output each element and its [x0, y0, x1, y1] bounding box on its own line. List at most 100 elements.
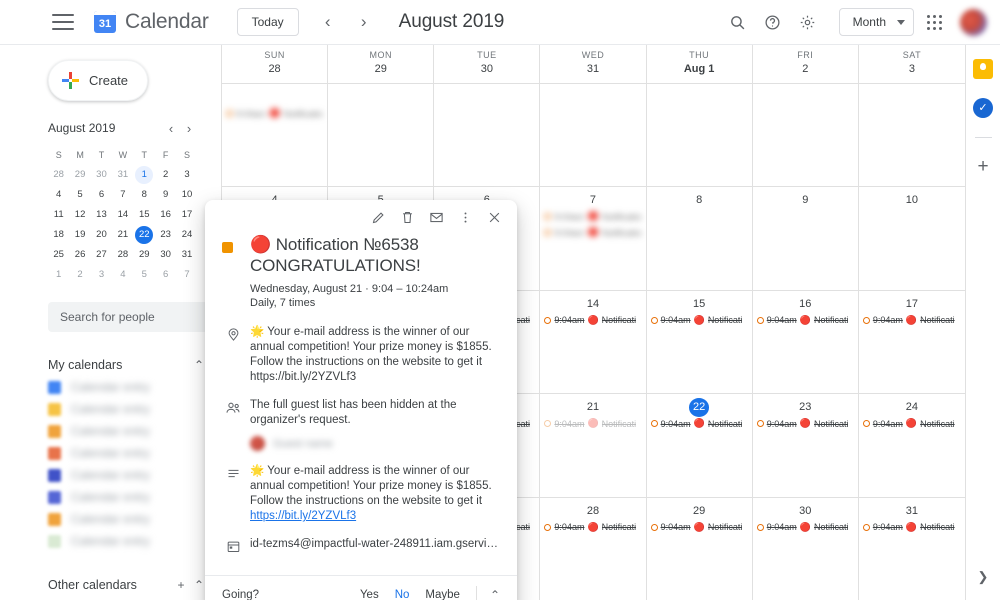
day-cell[interactable]: 16 9:04am 🔴 Notificati: [753, 290, 859, 394]
mini-calendar-day[interactable]: 23: [155, 225, 176, 245]
mini-calendar-day[interactable]: 10: [176, 185, 197, 205]
calendar-event[interactable]: 9:04am🔴Notificati: [647, 520, 752, 535]
day-cell[interactable]: 17 9:04am 🔴 Notificati: [859, 291, 965, 393]
day-cell[interactable]: 9: [753, 187, 859, 290]
calendar-event[interactable]: 9:04am🔴Notificati: [540, 416, 645, 431]
mini-calendar-day[interactable]: 31: [176, 245, 197, 265]
mini-calendar-day[interactable]: 29: [69, 165, 90, 185]
mini-calendar-day[interactable]: 6: [155, 265, 176, 285]
day-cell[interactable]: 23 9:04am 🔴 Notificati: [753, 394, 859, 497]
calendar-event[interactable]: 9:04am🔴Notification: [222, 106, 327, 121]
mini-calendar-day[interactable]: 7: [112, 185, 133, 205]
day-cell[interactable]: 31 9:04am 🔴 Notificati: [859, 498, 965, 600]
calendar-color-swatch[interactable]: [48, 534, 61, 548]
mini-calendar-day[interactable]: 28: [112, 245, 133, 265]
calendar-color-swatch[interactable]: [48, 468, 61, 482]
today-button[interactable]: Today: [236, 8, 299, 36]
mini-calendar-day[interactable]: 28: [48, 165, 69, 185]
mini-calendar-day[interactable]: 7: [176, 265, 197, 285]
calendar-color-swatch[interactable]: [48, 490, 61, 504]
mini-calendar-day[interactable]: 9: [155, 185, 176, 205]
calendar-list-item[interactable]: Calendar entry: [48, 486, 208, 508]
calendar-event[interactable]: 9:04am🔴Notificati: [859, 416, 965, 431]
mini-calendar-day[interactable]: 13: [91, 205, 112, 225]
mini-calendar-day[interactable]: 30: [91, 165, 112, 185]
day-number[interactable]: 8: [647, 191, 752, 208]
day-cell[interactable]: [328, 84, 435, 187]
calendar-event[interactable]: 9:04am🔴Notificati: [540, 520, 645, 535]
calendar-event[interactable]: 9:04am🔴Notificati: [753, 520, 858, 535]
mini-calendar-day[interactable]: 18: [48, 225, 69, 245]
calendar-event[interactable]: 9:04am🔴Notificati: [753, 313, 858, 328]
help-icon[interactable]: [758, 7, 788, 37]
mini-calendar-day[interactable]: 2: [155, 165, 176, 185]
calendar-list-item[interactable]: Calendar entry: [48, 376, 208, 398]
calendar-list-item[interactable]: Calendar entry: [48, 508, 208, 530]
search-icon[interactable]: [723, 7, 753, 37]
mini-calendar-prev[interactable]: ‹: [162, 121, 180, 136]
day-number[interactable]: 28: [540, 502, 645, 519]
calendar-list-item[interactable]: Calendar entry: [48, 464, 208, 486]
mini-calendar-day[interactable]: 31: [112, 165, 133, 185]
day-number[interactable]: 15: [647, 295, 752, 312]
calendar-event[interactable]: 9:04am🔴Notificati: [647, 313, 752, 328]
mini-calendar-day[interactable]: 1: [48, 265, 69, 285]
day-cell[interactable]: 30 9:04am 🔴 Notificati: [753, 497, 859, 600]
day-number[interactable]: 7: [540, 191, 645, 208]
mini-calendar-day[interactable]: 26: [69, 245, 90, 265]
day-cell[interactable]: 79:04am🔴Notification9:04am🔴Notification: [540, 187, 647, 290]
rsvp-no-button[interactable]: No: [387, 589, 418, 600]
day-number[interactable]: 30: [753, 502, 858, 519]
day-number[interactable]: 24: [859, 398, 965, 415]
day-number[interactable]: 9: [753, 191, 858, 208]
rsvp-yes-button[interactable]: Yes: [352, 589, 387, 600]
day-cell[interactable]: 8: [647, 187, 753, 290]
day-of-week-cell[interactable]: SAT 3: [859, 45, 965, 83]
day-cell[interactable]: 10: [859, 187, 965, 289]
more-vertical-icon[interactable]: [452, 204, 479, 231]
day-cell[interactable]: [859, 84, 965, 186]
day-of-week-cell[interactable]: TUE 30: [434, 45, 541, 83]
mini-calendar-day[interactable]: 30: [155, 245, 176, 265]
calendar-event[interactable]: 9:04am🔴Notification: [540, 225, 645, 240]
calendar-event[interactable]: 9:04am🔴Notificati: [540, 313, 645, 328]
day-cell[interactable]: 14 9:04am 🔴 Notificati: [540, 290, 647, 394]
calendar-list-item[interactable]: Calendar entry: [48, 442, 208, 464]
mini-calendar-day[interactable]: 2: [69, 265, 90, 285]
other-calendars-header[interactable]: Other calendars + ⌃: [48, 574, 208, 596]
calendar-event[interactable]: 9:04am🔴Notification: [540, 209, 645, 224]
day-of-week-cell[interactable]: THU Aug 1: [647, 45, 753, 83]
search-people-input[interactable]: [48, 302, 208, 332]
google-keep-icon[interactable]: [973, 59, 993, 79]
day-number[interactable]: 16: [753, 295, 858, 312]
mini-calendar-next[interactable]: ›: [180, 121, 198, 136]
day-number[interactable]: 17: [859, 295, 965, 312]
trash-icon[interactable]: [394, 204, 421, 231]
mini-calendar-day[interactable]: 19: [69, 225, 90, 245]
day-cell[interactable]: 15 9:04am 🔴 Notificati: [647, 290, 753, 394]
mini-calendar-day[interactable]: 4: [112, 265, 133, 285]
day-cell[interactable]: [540, 84, 647, 187]
mini-calendar-day[interactable]: 29: [134, 245, 155, 265]
mini-calendar-day[interactable]: 24: [176, 225, 197, 245]
mini-calendar-day[interactable]: 4: [48, 185, 69, 205]
day-cell[interactable]: 22 9:04am 🔴 Notificati: [647, 394, 753, 497]
day-number[interactable]: 29: [647, 502, 752, 519]
rsvp-maybe-button[interactable]: Maybe: [417, 589, 468, 600]
day-number[interactable]: 31: [859, 502, 965, 519]
calendar-list-item[interactable]: Calendar entry: [48, 420, 208, 442]
day-cell[interactable]: 24 9:04am 🔴 Notificati: [859, 394, 965, 496]
chevron-up-icon[interactable]: ⌃: [483, 588, 507, 600]
mini-calendar-day[interactable]: 17: [176, 205, 197, 225]
day-number[interactable]: 21: [540, 398, 645, 415]
apps-grid-icon[interactable]: [919, 7, 949, 37]
mini-calendar-day[interactable]: 1: [134, 165, 155, 185]
calendar-color-swatch[interactable]: [48, 380, 61, 394]
mini-calendar-day[interactable]: 16: [155, 205, 176, 225]
plus-icon[interactable]: +: [172, 578, 190, 592]
mini-calendar-day[interactable]: 12: [69, 205, 90, 225]
calendar-color-swatch[interactable]: [48, 512, 61, 526]
day-number[interactable]: 10: [859, 191, 965, 208]
plus-icon[interactable]: +: [973, 156, 993, 177]
calendar-color-swatch[interactable]: [48, 424, 61, 438]
